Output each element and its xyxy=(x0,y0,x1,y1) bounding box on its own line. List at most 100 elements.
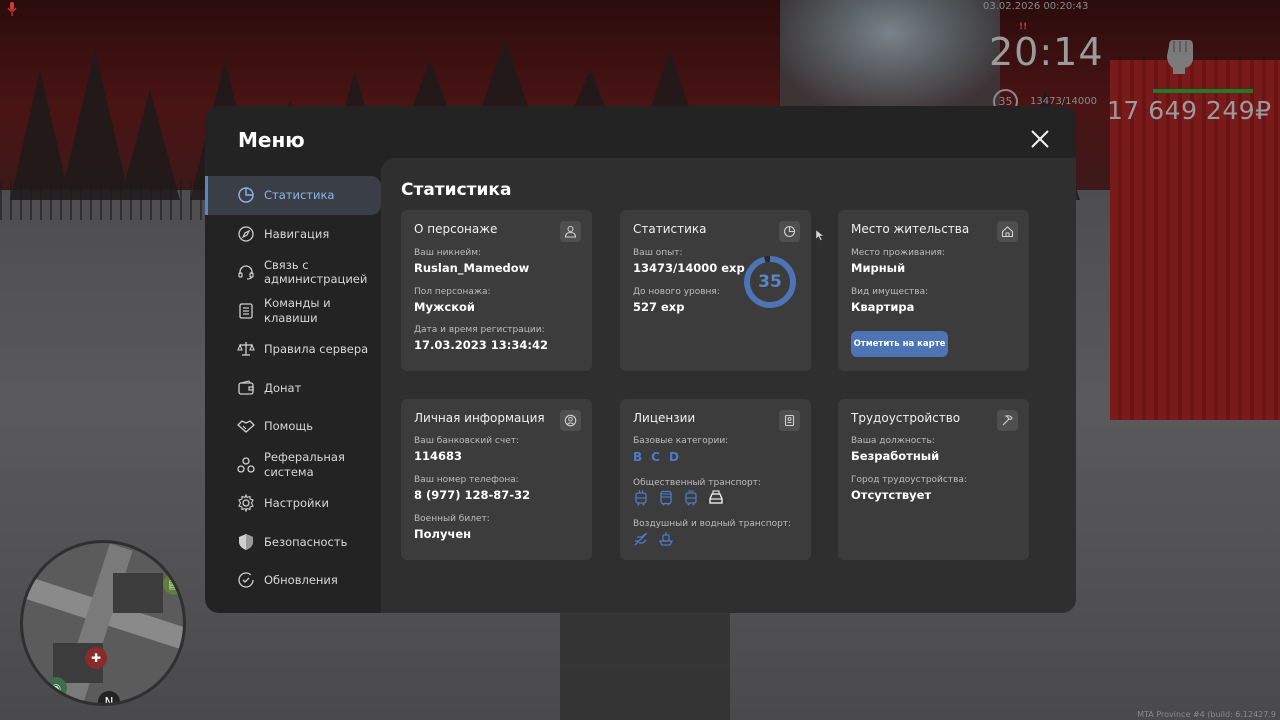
car-map-icon: ◉ xyxy=(45,677,67,699)
close-icon[interactable] xyxy=(1029,128,1051,150)
sidebar-item-label: Обновления xyxy=(264,573,338,587)
referral-icon xyxy=(237,457,255,473)
sidebar-item-help[interactable]: Помощь xyxy=(205,407,381,446)
taxi-icon xyxy=(709,490,723,504)
airplane-icon xyxy=(634,532,648,546)
card-title: Трудоустройство xyxy=(851,411,961,425)
field-label: Ваша должность: xyxy=(851,436,935,446)
field-label: Город трудоустройства: xyxy=(851,475,967,485)
property-value: Квартира xyxy=(851,300,915,314)
sidebar-item-support[interactable]: Связь с администрацией xyxy=(205,253,381,292)
card-title: О персонаже xyxy=(414,222,498,236)
wallet-icon xyxy=(238,380,254,395)
card-character: О персонаже Ваш никнейм: Ruslan_Mamedow … xyxy=(401,210,592,371)
sidebar-item-commands[interactable]: Команды и клавиши xyxy=(205,292,381,331)
sidebar-item-statistics[interactable]: Статистика xyxy=(205,176,381,215)
field-label: Ваш никнейм: xyxy=(414,248,482,258)
field-label: До нового уровня: xyxy=(633,287,720,297)
sidebar-item-navigation[interactable]: Навигация xyxy=(205,215,381,254)
license-category: C xyxy=(651,450,660,464)
hud-datetime: 03.02.2026 00:20:43 xyxy=(983,1,1089,12)
minimap-building xyxy=(113,573,163,613)
sidebar-item-label: Навигация xyxy=(264,226,330,241)
gender-value: Мужской xyxy=(414,300,475,314)
card-personal: Личная информация Ваш банковский счет: 1… xyxy=(401,399,592,560)
field-label: Ваш номер телефона: xyxy=(414,475,519,485)
mouse-cursor xyxy=(816,230,824,241)
sidebar-item-donate[interactable]: Донат xyxy=(205,369,381,408)
microphone-icon xyxy=(7,2,17,16)
field-label: Дата и время регистрации: xyxy=(414,325,545,335)
field-label: Пол персонажа: xyxy=(414,287,491,297)
field-label: Базовые категории: xyxy=(633,436,729,446)
sidebar-item-referral[interactable]: Реферальная система xyxy=(205,446,381,485)
field-label: Ваш банковский счет: xyxy=(414,436,520,446)
sidebar-item-label: Правила сервера xyxy=(264,342,369,356)
card-title: Статистика xyxy=(633,222,707,236)
field-label: Военный билет: xyxy=(414,514,490,524)
trolleybus-icon xyxy=(635,490,647,506)
sidebar-item-updates[interactable]: Обновления xyxy=(205,561,381,600)
mark-on-map-button[interactable]: Отметить на карте xyxy=(851,331,948,357)
field-label: Общественный транспорт: xyxy=(633,478,761,488)
pickaxe-icon xyxy=(997,410,1018,431)
fist-icon xyxy=(1167,40,1193,74)
shadow xyxy=(560,600,730,720)
menu-title: Меню xyxy=(238,128,305,152)
nickname-value: Ruslan_Mamedow xyxy=(414,261,530,275)
build-info: MTA Province #4 (build: 6.12427.9 xyxy=(1137,710,1276,719)
bank-map-icon: ▤ xyxy=(163,573,183,595)
field-label: Воздушный и водный транспорт: xyxy=(633,519,792,529)
air-water-transport-icons xyxy=(633,531,674,547)
headset-icon xyxy=(238,265,254,280)
exp-value: 13473/14000 exp xyxy=(633,261,745,275)
registration-value: 17.03.2023 13:34:42 xyxy=(414,338,548,352)
card-licenses: Лицензии Базовые категории: B C D Общест… xyxy=(620,399,811,560)
shield-icon xyxy=(239,533,253,550)
tram-icon xyxy=(685,490,697,506)
sidebar-item-rules[interactable]: Правила сервера xyxy=(205,330,381,369)
card-employment: Трудоустройство Ваша должность: Безработ… xyxy=(838,399,1029,560)
card-residence: Место жительства Место проживания: Мирны… xyxy=(838,210,1029,371)
gear-icon xyxy=(238,494,254,513)
user-icon xyxy=(560,221,581,242)
license-icon xyxy=(779,410,800,431)
public-transport-icons xyxy=(633,490,724,506)
license-category: D xyxy=(668,450,679,464)
christmas-tree xyxy=(780,0,1000,110)
sidebar-item-label: Безопасность xyxy=(264,534,348,549)
card-title: Личная информация xyxy=(414,411,545,425)
next-level-value: 527 exp xyxy=(633,300,685,314)
hospital-map-icon: ✚ xyxy=(85,647,107,669)
pie-chart-icon xyxy=(779,221,800,242)
license-category: B xyxy=(633,450,643,464)
sidebar-item-label: Настройки xyxy=(264,496,329,510)
sidebar-item-label: Команды и клавиши xyxy=(264,296,331,325)
field-label: Вид имущества: xyxy=(851,287,929,297)
level-number: 35 xyxy=(758,272,782,292)
content-panel: Статистика О персонаже Ваш никнейм: Rusl… xyxy=(381,158,1076,613)
card-title: Место жительства xyxy=(851,222,970,236)
bus-icon xyxy=(660,490,672,506)
minimap: ▤ ✚ ◉ N xyxy=(20,540,186,706)
sidebar-item-security[interactable]: Безопасность xyxy=(205,523,381,562)
health-bar xyxy=(1153,89,1253,93)
employment-city-value: Отсутствует xyxy=(851,488,932,502)
pie-chart-icon xyxy=(238,187,254,203)
home-icon xyxy=(997,221,1018,242)
document-icon xyxy=(239,303,253,319)
bank-account-value: 114683 xyxy=(414,449,463,463)
military-id-value: Получен xyxy=(414,527,472,541)
sidebar-item-settings[interactable]: Настройки xyxy=(205,484,381,523)
page-title: Статистика xyxy=(401,180,512,200)
card-title: Лицензии xyxy=(633,411,696,425)
field-label: Ваш опыт: xyxy=(633,248,683,258)
sidebar-item-label: Статистика xyxy=(264,188,335,202)
update-icon xyxy=(238,572,254,588)
license-categories: B C D xyxy=(633,450,679,464)
menu-window: Меню Статистика Навигация Связь с админи… xyxy=(205,106,1076,613)
residence-value: Мирный xyxy=(851,261,906,275)
card-stats: Статистика Ваш опыт: 13473/14000 exp До … xyxy=(620,210,811,371)
sidebar-item-label: Связь с администрацией xyxy=(264,257,368,287)
handshake-icon xyxy=(237,420,255,434)
